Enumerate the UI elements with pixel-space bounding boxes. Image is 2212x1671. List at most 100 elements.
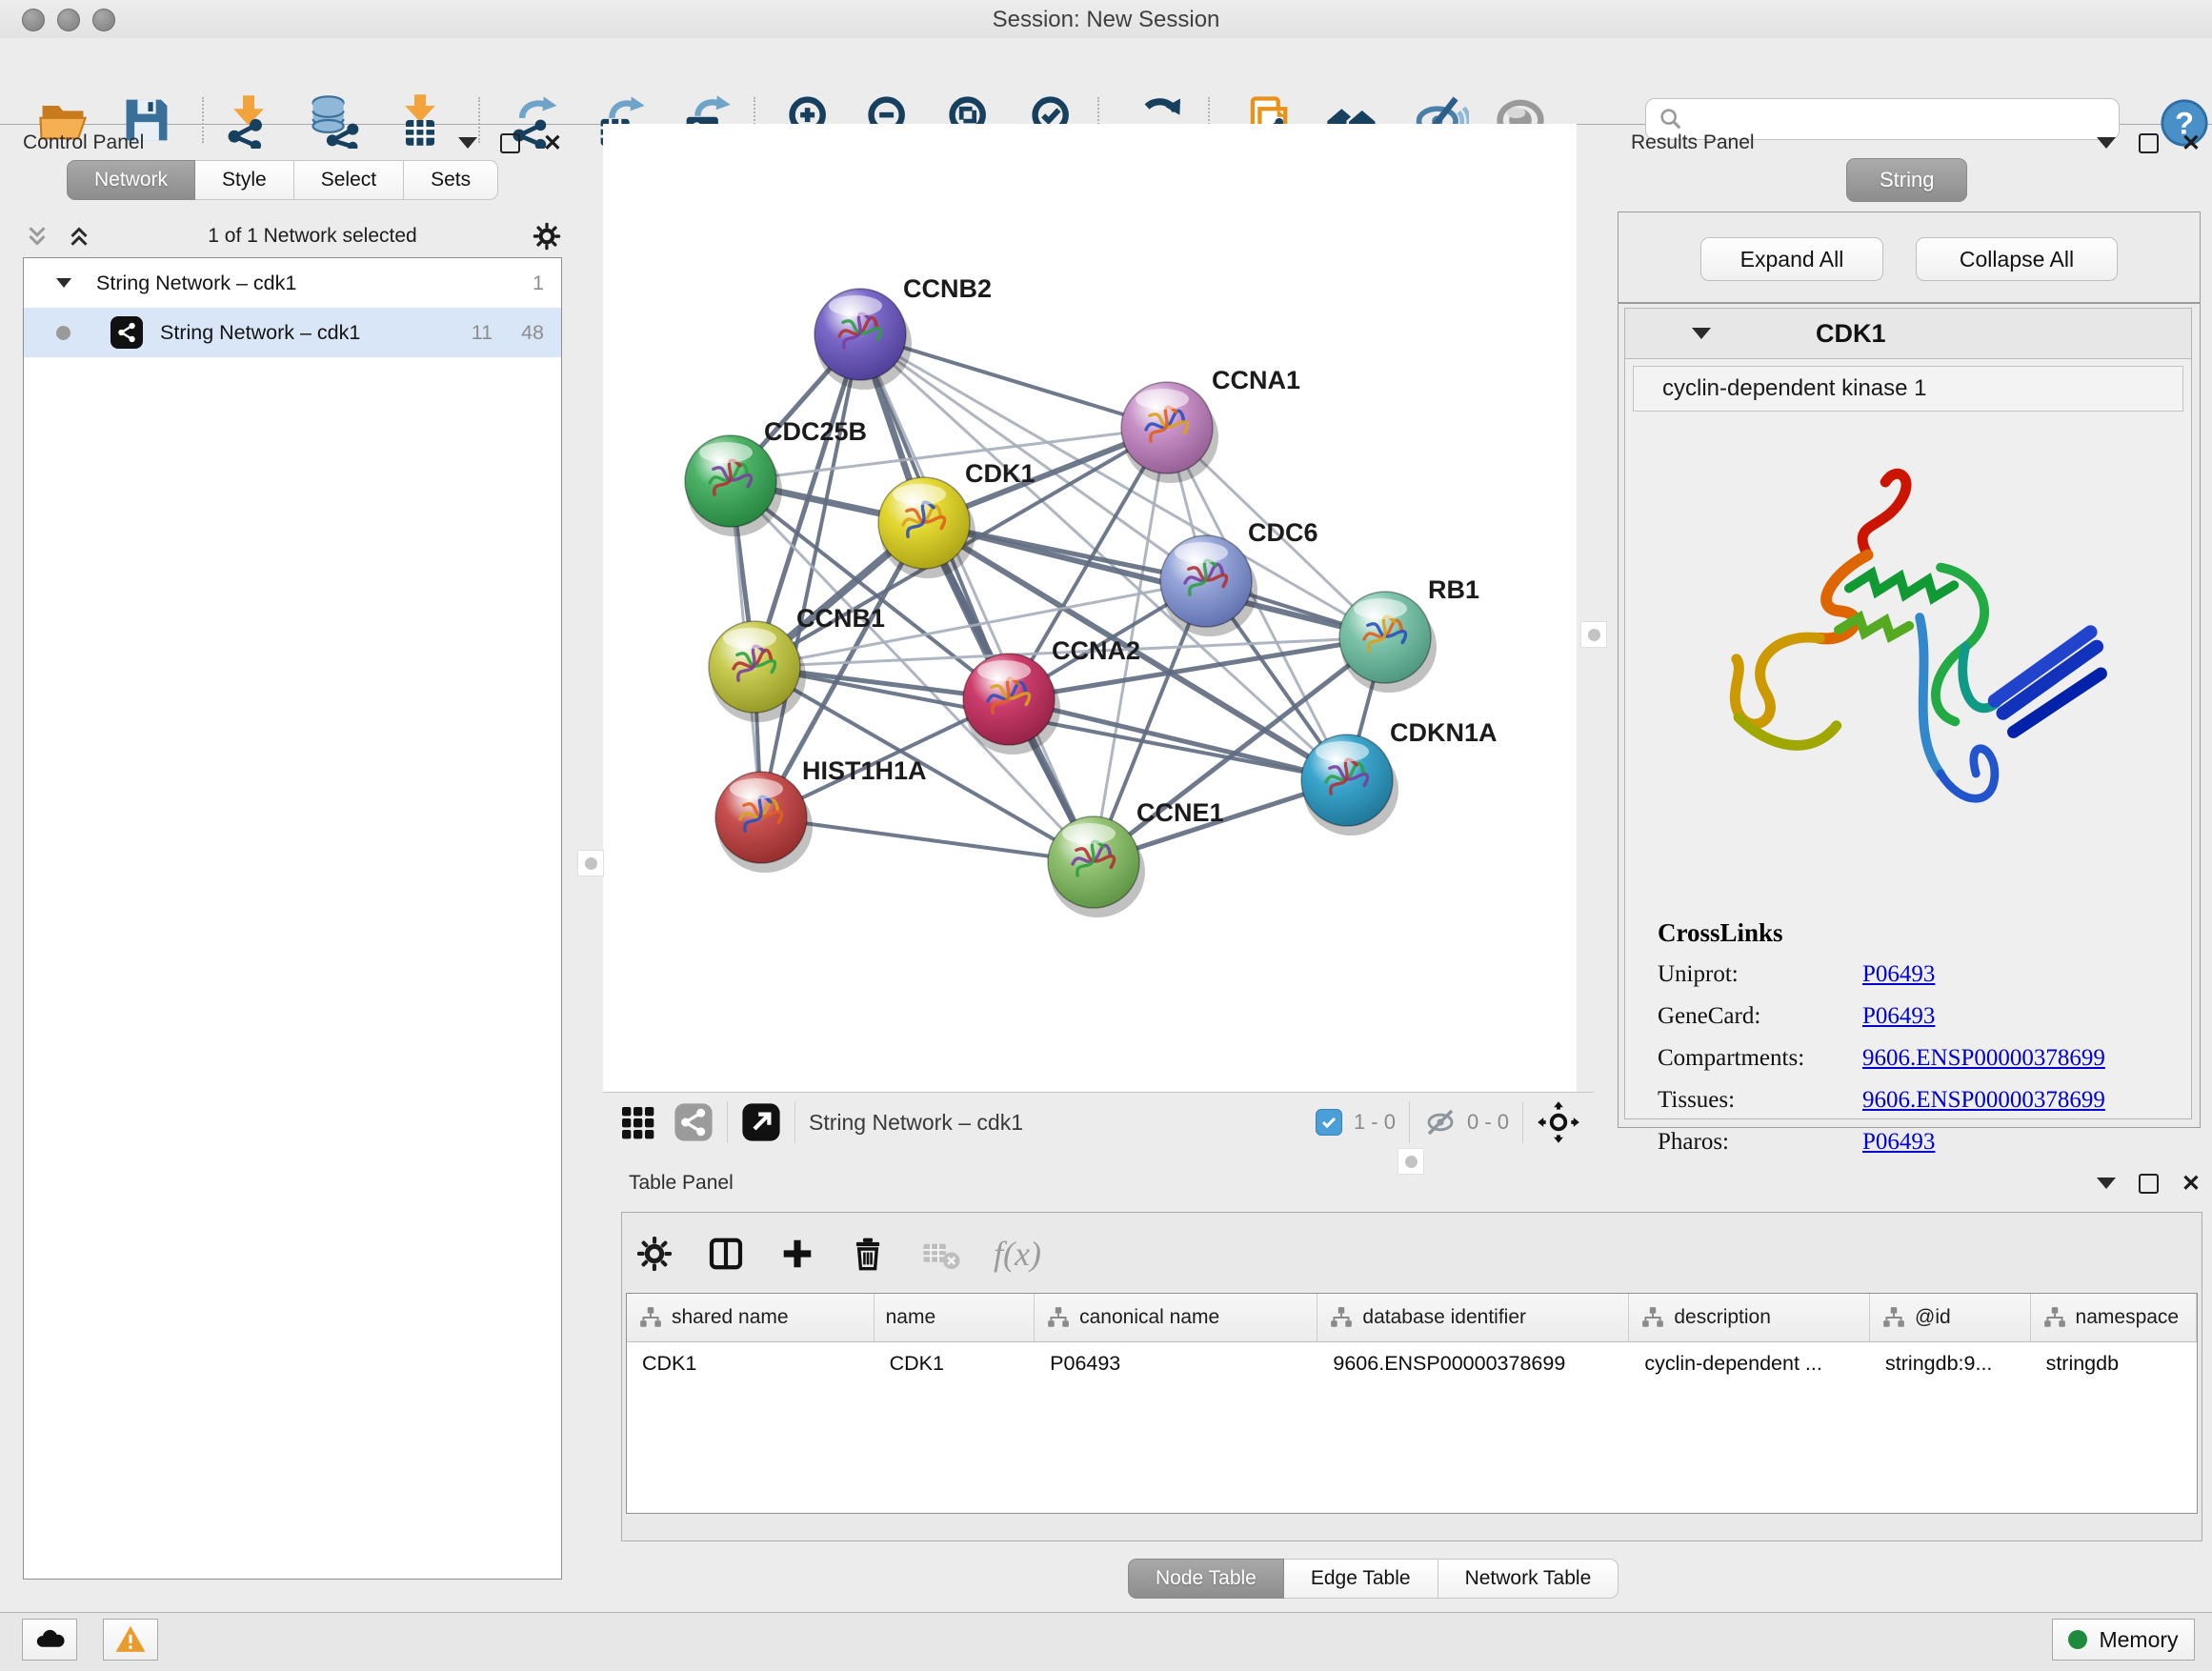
- cloud-button[interactable]: [22, 1619, 77, 1661]
- network-node-CDC25B[interactable]: [685, 435, 782, 536]
- crosslink-label: GeneCard:: [1658, 1003, 1862, 1030]
- network-graph[interactable]: CCNB2CCNA1CDC25BCDK1CDC6RB1CCNB1CCNA2CDK…: [603, 124, 1577, 1092]
- node-label-CDKN1A: CDKN1A: [1390, 718, 1498, 747]
- crosslinks-block: CrossLinks Uniprot:P06493GeneCard:P06493…: [1625, 309, 2191, 1118]
- column-header-database-identifier[interactable]: database identifier: [1317, 1294, 1629, 1341]
- column-header-namespace[interactable]: namespace: [2031, 1294, 2197, 1341]
- network-selection-summary: 1 of 1 Network selected: [93, 225, 532, 248]
- network-options-gear-icon[interactable]: [532, 221, 562, 252]
- crosslink-tissues-[interactable]: 9606.ENSP00000378699: [1862, 1087, 2105, 1114]
- control-panel-header: Control Panel ✕: [23, 131, 562, 154]
- crosslink-row: Compartments:9606.ENSP00000378699: [1658, 1045, 2172, 1072]
- window-title: Session: New Session: [0, 7, 2212, 33]
- left-splitter-handle[interactable]: [577, 850, 604, 876]
- collection-expand-icon[interactable]: [56, 278, 71, 288]
- main-toolbar: ?: [0, 38, 2212, 125]
- network-node-RB1[interactable]: [1339, 592, 1437, 693]
- fit-selected-crosshair-icon[interactable]: [1537, 1100, 1580, 1144]
- panel-menu-icon[interactable]: [2097, 1178, 2116, 1189]
- crosslink-compartments-[interactable]: 9606.ENSP00000378699: [1862, 1045, 2105, 1072]
- table-cell[interactable]: stringdb: [2031, 1352, 2197, 1376]
- network-name: String Network – cdk1: [160, 321, 360, 345]
- table-cell[interactable]: stringdb:9...: [1870, 1352, 2031, 1376]
- tab-select[interactable]: Select: [294, 160, 404, 200]
- warnings-button[interactable]: [103, 1619, 158, 1661]
- network-node-CCNB2[interactable]: [814, 289, 912, 390]
- close-panel-icon[interactable]: ✕: [2182, 1176, 2201, 1192]
- table-tabs: Node TableEdge TableNetwork Table: [1128, 1559, 1619, 1599]
- tab-sets[interactable]: Sets: [404, 160, 498, 200]
- table-cell[interactable]: CDK1: [627, 1352, 875, 1376]
- right-splitter-handle[interactable]: [1580, 621, 1607, 648]
- string-view-icon[interactable]: [674, 1102, 714, 1142]
- birdseye-toggle-icon[interactable]: [741, 1102, 781, 1142]
- table-header-row: shared namenamecanonical name database id…: [627, 1294, 2197, 1342]
- network-node-HIST1H1A[interactable]: [715, 772, 813, 873]
- network-node-CDK1[interactable]: [878, 477, 975, 578]
- horizontal-splitter-handle[interactable]: [1398, 1148, 1424, 1175]
- float-panel-icon[interactable]: [500, 133, 520, 153]
- panel-menu-icon[interactable]: [2097, 137, 2116, 149]
- panel-menu-icon[interactable]: [458, 137, 477, 149]
- network-node-CDC6[interactable]: [1160, 535, 1257, 636]
- crosslink-uniprot-[interactable]: P06493: [1862, 961, 1935, 988]
- column-tree-icon: [638, 1306, 663, 1329]
- crosslink-pharos-[interactable]: P06493: [1862, 1129, 1935, 1156]
- warning-icon: [113, 1622, 148, 1657]
- expand-all-button[interactable]: Expand All: [1700, 237, 1883, 281]
- network-row[interactable]: String Network – cdk1 11 48: [24, 308, 561, 357]
- table-options-gear-icon[interactable]: [635, 1235, 674, 1273]
- network-edge-CCNB2-HIST1H1A[interactable]: [761, 334, 860, 817]
- grid-view-icon[interactable]: [618, 1103, 656, 1141]
- column-header-name[interactable]: name: [875, 1294, 1036, 1341]
- node-label-CDC25B: CDC25B: [764, 417, 867, 446]
- column-header-label: @id: [1915, 1306, 1951, 1329]
- search-input[interactable]: [1692, 107, 2119, 131]
- network-node-CCNA2[interactable]: [963, 654, 1060, 755]
- selected-checkbox-icon[interactable]: [1316, 1109, 1342, 1136]
- column-header-label: database identifier: [1362, 1306, 1526, 1329]
- statusbar-separator: [1522, 1101, 1523, 1143]
- close-panel-icon[interactable]: ✕: [2182, 135, 2201, 151]
- table-cell[interactable]: P06493: [1035, 1352, 1317, 1376]
- column-header--id[interactable]: @id: [1870, 1294, 2031, 1341]
- show-columns-icon[interactable]: [706, 1234, 746, 1274]
- function-builder-icon[interactable]: f(x): [994, 1234, 1041, 1274]
- close-panel-icon[interactable]: ✕: [543, 135, 562, 151]
- table-cell[interactable]: 9606.ENSP00000378699: [1317, 1352, 1629, 1376]
- tab-style[interactable]: Style: [195, 160, 294, 200]
- create-column-plus-icon[interactable]: [778, 1235, 816, 1273]
- crosslink-row: GeneCard:P06493: [1658, 1003, 2172, 1030]
- table-cell[interactable]: CDK1: [875, 1352, 1036, 1376]
- tab-string[interactable]: String: [1846, 158, 1967, 202]
- expand-all-chevron-icon[interactable]: [65, 222, 93, 251]
- column-header-canonical-name[interactable]: canonical name: [1035, 1294, 1317, 1341]
- column-tree-icon: [1046, 1306, 1071, 1329]
- table-cell[interactable]: cyclin-dependent ...: [1629, 1352, 1870, 1376]
- tab-network[interactable]: Network: [67, 160, 195, 200]
- selected-node-edge-count: 1 - 0: [1354, 1110, 1396, 1135]
- collapse-all-chevron-icon[interactable]: [23, 222, 51, 251]
- network-collection-row[interactable]: String Network – cdk1 1: [24, 258, 561, 308]
- tab-network-table[interactable]: Network Table: [1438, 1559, 1619, 1599]
- collapse-all-button[interactable]: Collapse All: [1916, 237, 2118, 281]
- tab-edge-table[interactable]: Edge Table: [1284, 1559, 1438, 1599]
- tab-node-table[interactable]: Node Table: [1128, 1559, 1284, 1599]
- memory-button[interactable]: Memory: [2052, 1619, 2195, 1661]
- statusbar-separator: [1409, 1101, 1410, 1143]
- node-label-CCNB1: CCNB1: [796, 604, 885, 633]
- float-panel-icon[interactable]: [2139, 133, 2159, 153]
- float-panel-icon[interactable]: [2139, 1174, 2159, 1194]
- crosslink-label: Pharos:: [1658, 1129, 1862, 1156]
- delete-column-trash-icon[interactable]: [849, 1235, 887, 1273]
- column-header-shared-name[interactable]: shared name: [627, 1294, 875, 1341]
- table-toolbar: f(x): [635, 1222, 1041, 1285]
- network-node-CCNA1[interactable]: [1121, 382, 1218, 483]
- delete-table-icon[interactable]: [919, 1233, 961, 1275]
- network-node-CDKN1A[interactable]: [1301, 735, 1398, 836]
- column-header-description[interactable]: description: [1629, 1294, 1870, 1341]
- column-header-label: namespace: [2076, 1306, 2180, 1329]
- crosslink-genecard-[interactable]: P06493: [1862, 1003, 1935, 1030]
- table-row[interactable]: CDK1CDK1P064939606.ENSP00000378699cyclin…: [627, 1342, 2197, 1384]
- network-canvas[interactable]: CCNB2CCNA1CDC25BCDK1CDC6RB1CCNB1CCNA2CDK…: [603, 124, 1577, 1092]
